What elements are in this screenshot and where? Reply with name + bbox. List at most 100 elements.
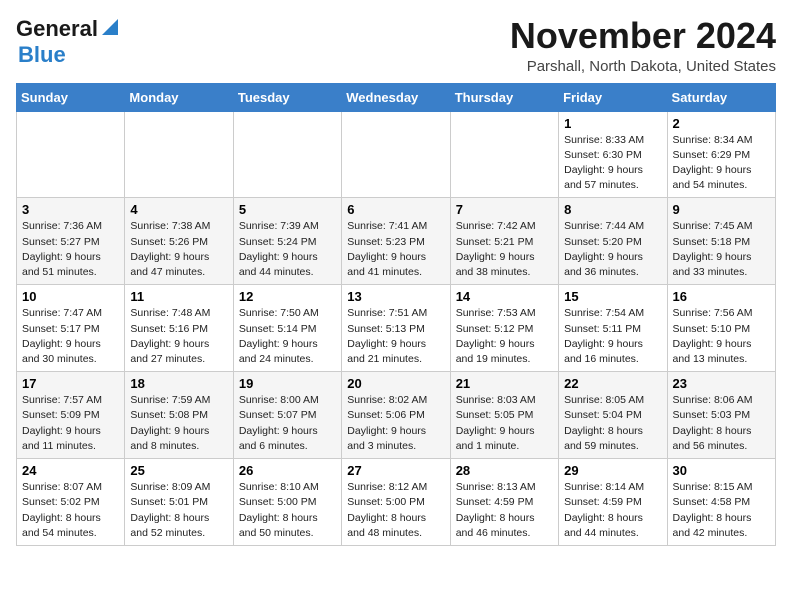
calendar-cell: 9 Sunrise: 7:45 AMSunset: 5:18 PMDaylight… [667,198,775,285]
calendar-cell: 19Sunrise: 8:00 AMSunset: 5:07 PMDayligh… [233,372,341,459]
day-info: Sunrise: 8:06 AMSunset: 5:03 PMDaylight:… [673,393,770,454]
calendar-cell: 24 Sunrise: 8:07 AMSunset: 5:02 PMDayligh… [17,459,125,546]
day-info: Sunrise: 7:38 AMSunset: 5:26 PMDaylight:… [130,219,227,280]
day-info: Sunrise: 7:48 AMSunset: 5:16 PMDaylight:… [130,306,227,367]
weekday-header-friday: Friday [559,83,667,111]
day-info: Sunrise: 8:10 AMSunset: 5:00 PMDaylight:… [239,480,336,541]
day-number: 27 [347,463,444,478]
day-number: 4 [130,202,227,217]
day-number: 8 [564,202,661,217]
weekday-header-thursday: Thursday [450,83,558,111]
day-info: Sunrise: 8:12 AMSunset: 5:00 PMDaylight:… [347,480,444,541]
calendar-cell: 30 Sunrise: 8:15 AMSunset: 4:58 PMDayligh… [667,459,775,546]
calendar-cell: 26 Sunrise: 8:10 AMSunset: 5:00 PMDayligh… [233,459,341,546]
calendar-cell: 21 Sunrise: 8:03 AMSunset: 5:05 PMDayligh… [450,372,558,459]
day-number: 19 [239,376,336,391]
calendar-cell: 14 Sunrise: 7:53 AMSunset: 5:12 PMDayligh… [450,285,558,372]
calendar-table: SundayMondayTuesdayWednesdayThursdayFrid… [16,83,776,546]
calendar-cell: 15 Sunrise: 7:54 AMSunset: 5:11 PMDayligh… [559,285,667,372]
day-number: 15 [564,289,661,304]
day-number: 10 [22,289,119,304]
calendar-cell: 29 Sunrise: 8:14 AMSunset: 4:59 PMDayligh… [559,459,667,546]
calendar-cell [233,111,341,198]
calendar-cell: 17Sunrise: 7:57 AMSunset: 5:09 PMDayligh… [17,372,125,459]
day-number: 20 [347,376,444,391]
calendar-cell: 28 Sunrise: 8:13 AMSunset: 4:59 PMDayligh… [450,459,558,546]
day-info: Sunrise: 7:45 AMSunset: 5:18 PMDaylight:… [673,219,770,280]
calendar-cell [17,111,125,198]
day-info: Sunrise: 8:33 AMSunset: 6:30 PMDaylight:… [564,133,661,194]
location-title: Parshall, North Dakota, United States [510,58,776,75]
day-number: 25 [130,463,227,478]
day-info: Sunrise: 7:41 AMSunset: 5:23 PMDaylight:… [347,219,444,280]
day-number: 1 [564,116,661,131]
day-info: Sunrise: 8:15 AMSunset: 4:58 PMDaylight:… [673,480,770,541]
day-number: 11 [130,289,227,304]
day-info: Sunrise: 8:05 AMSunset: 5:04 PMDaylight:… [564,393,661,454]
day-number: 2 [673,116,770,131]
calendar-cell: 20Sunrise: 8:02 AMSunset: 5:06 PMDayligh… [342,372,450,459]
day-info: Sunrise: 7:53 AMSunset: 5:12 PMDaylight:… [456,306,553,367]
day-info: Sunrise: 8:03 AMSunset: 5:05 PMDaylight:… [456,393,553,454]
day-info: Sunrise: 7:51 AMSunset: 5:13 PMDaylight:… [347,306,444,367]
calendar-cell: 16 Sunrise: 7:56 AMSunset: 5:10 PMDayligh… [667,285,775,372]
day-info: Sunrise: 7:50 AMSunset: 5:14 PMDaylight:… [239,306,336,367]
day-info: Sunrise: 8:13 AMSunset: 4:59 PMDaylight:… [456,480,553,541]
calendar-cell: 27 Sunrise: 8:12 AMSunset: 5:00 PMDayligh… [342,459,450,546]
day-number: 16 [673,289,770,304]
calendar-cell: 7 Sunrise: 7:42 AMSunset: 5:21 PMDaylight… [450,198,558,285]
calendar-cell: 8 Sunrise: 7:44 AMSunset: 5:20 PMDaylight… [559,198,667,285]
weekday-header-tuesday: Tuesday [233,83,341,111]
day-number: 22 [564,376,661,391]
day-number: 12 [239,289,336,304]
calendar-week-row: 1 Sunrise: 8:33 AMSunset: 6:30 PMDaylight… [17,111,776,198]
logo-text-general: General [16,16,98,42]
calendar-cell: 11 Sunrise: 7:48 AMSunset: 5:16 PMDayligh… [125,285,233,372]
day-number: 3 [22,202,119,217]
day-number: 21 [456,376,553,391]
calendar-week-row: 17Sunrise: 7:57 AMSunset: 5:09 PMDayligh… [17,372,776,459]
title-area: November 2024 Parshall, North Dakota, Un… [510,16,776,75]
calendar-header-row: SundayMondayTuesdayWednesdayThursdayFrid… [17,83,776,111]
calendar-cell: 3 Sunrise: 7:36 AMSunset: 5:27 PMDaylight… [17,198,125,285]
day-number: 30 [673,463,770,478]
day-info: Sunrise: 8:34 AMSunset: 6:29 PMDaylight:… [673,133,770,194]
day-number: 5 [239,202,336,217]
calendar-cell [125,111,233,198]
day-info: Sunrise: 7:56 AMSunset: 5:10 PMDaylight:… [673,306,770,367]
page-header: General Blue November 2024 Parshall, Nor… [16,16,776,75]
day-number: 18 [130,376,227,391]
day-number: 6 [347,202,444,217]
day-info: Sunrise: 7:47 AMSunset: 5:17 PMDaylight:… [22,306,119,367]
weekday-header-saturday: Saturday [667,83,775,111]
day-info: Sunrise: 8:14 AMSunset: 4:59 PMDaylight:… [564,480,661,541]
day-number: 14 [456,289,553,304]
calendar-week-row: 24 Sunrise: 8:07 AMSunset: 5:02 PMDayligh… [17,459,776,546]
day-info: Sunrise: 7:54 AMSunset: 5:11 PMDaylight:… [564,306,661,367]
day-info: Sunrise: 7:39 AMSunset: 5:24 PMDaylight:… [239,219,336,280]
weekday-header-wednesday: Wednesday [342,83,450,111]
day-number: 26 [239,463,336,478]
calendar-cell: 23Sunrise: 8:06 AMSunset: 5:03 PMDayligh… [667,372,775,459]
day-info: Sunrise: 7:59 AMSunset: 5:08 PMDaylight:… [130,393,227,454]
calendar-cell [450,111,558,198]
day-info: Sunrise: 7:36 AMSunset: 5:27 PMDaylight:… [22,219,119,280]
day-number: 24 [22,463,119,478]
weekday-header-monday: Monday [125,83,233,111]
day-number: 7 [456,202,553,217]
day-info: Sunrise: 8:09 AMSunset: 5:01 PMDaylight:… [130,480,227,541]
calendar-cell: 4 Sunrise: 7:38 AMSunset: 5:26 PMDaylight… [125,198,233,285]
month-title: November 2024 [510,16,776,56]
day-info: Sunrise: 7:42 AMSunset: 5:21 PMDaylight:… [456,219,553,280]
day-info: Sunrise: 7:44 AMSunset: 5:20 PMDaylight:… [564,219,661,280]
day-info: Sunrise: 8:07 AMSunset: 5:02 PMDaylight:… [22,480,119,541]
weekday-header-sunday: Sunday [17,83,125,111]
day-number: 28 [456,463,553,478]
day-info: Sunrise: 7:57 AMSunset: 5:09 PMDaylight:… [22,393,119,454]
logo: General Blue [16,16,120,68]
calendar-cell: 1 Sunrise: 8:33 AMSunset: 6:30 PMDaylight… [559,111,667,198]
day-number: 9 [673,202,770,217]
calendar-cell [342,111,450,198]
day-number: 29 [564,463,661,478]
calendar-cell: 25 Sunrise: 8:09 AMSunset: 5:01 PMDayligh… [125,459,233,546]
